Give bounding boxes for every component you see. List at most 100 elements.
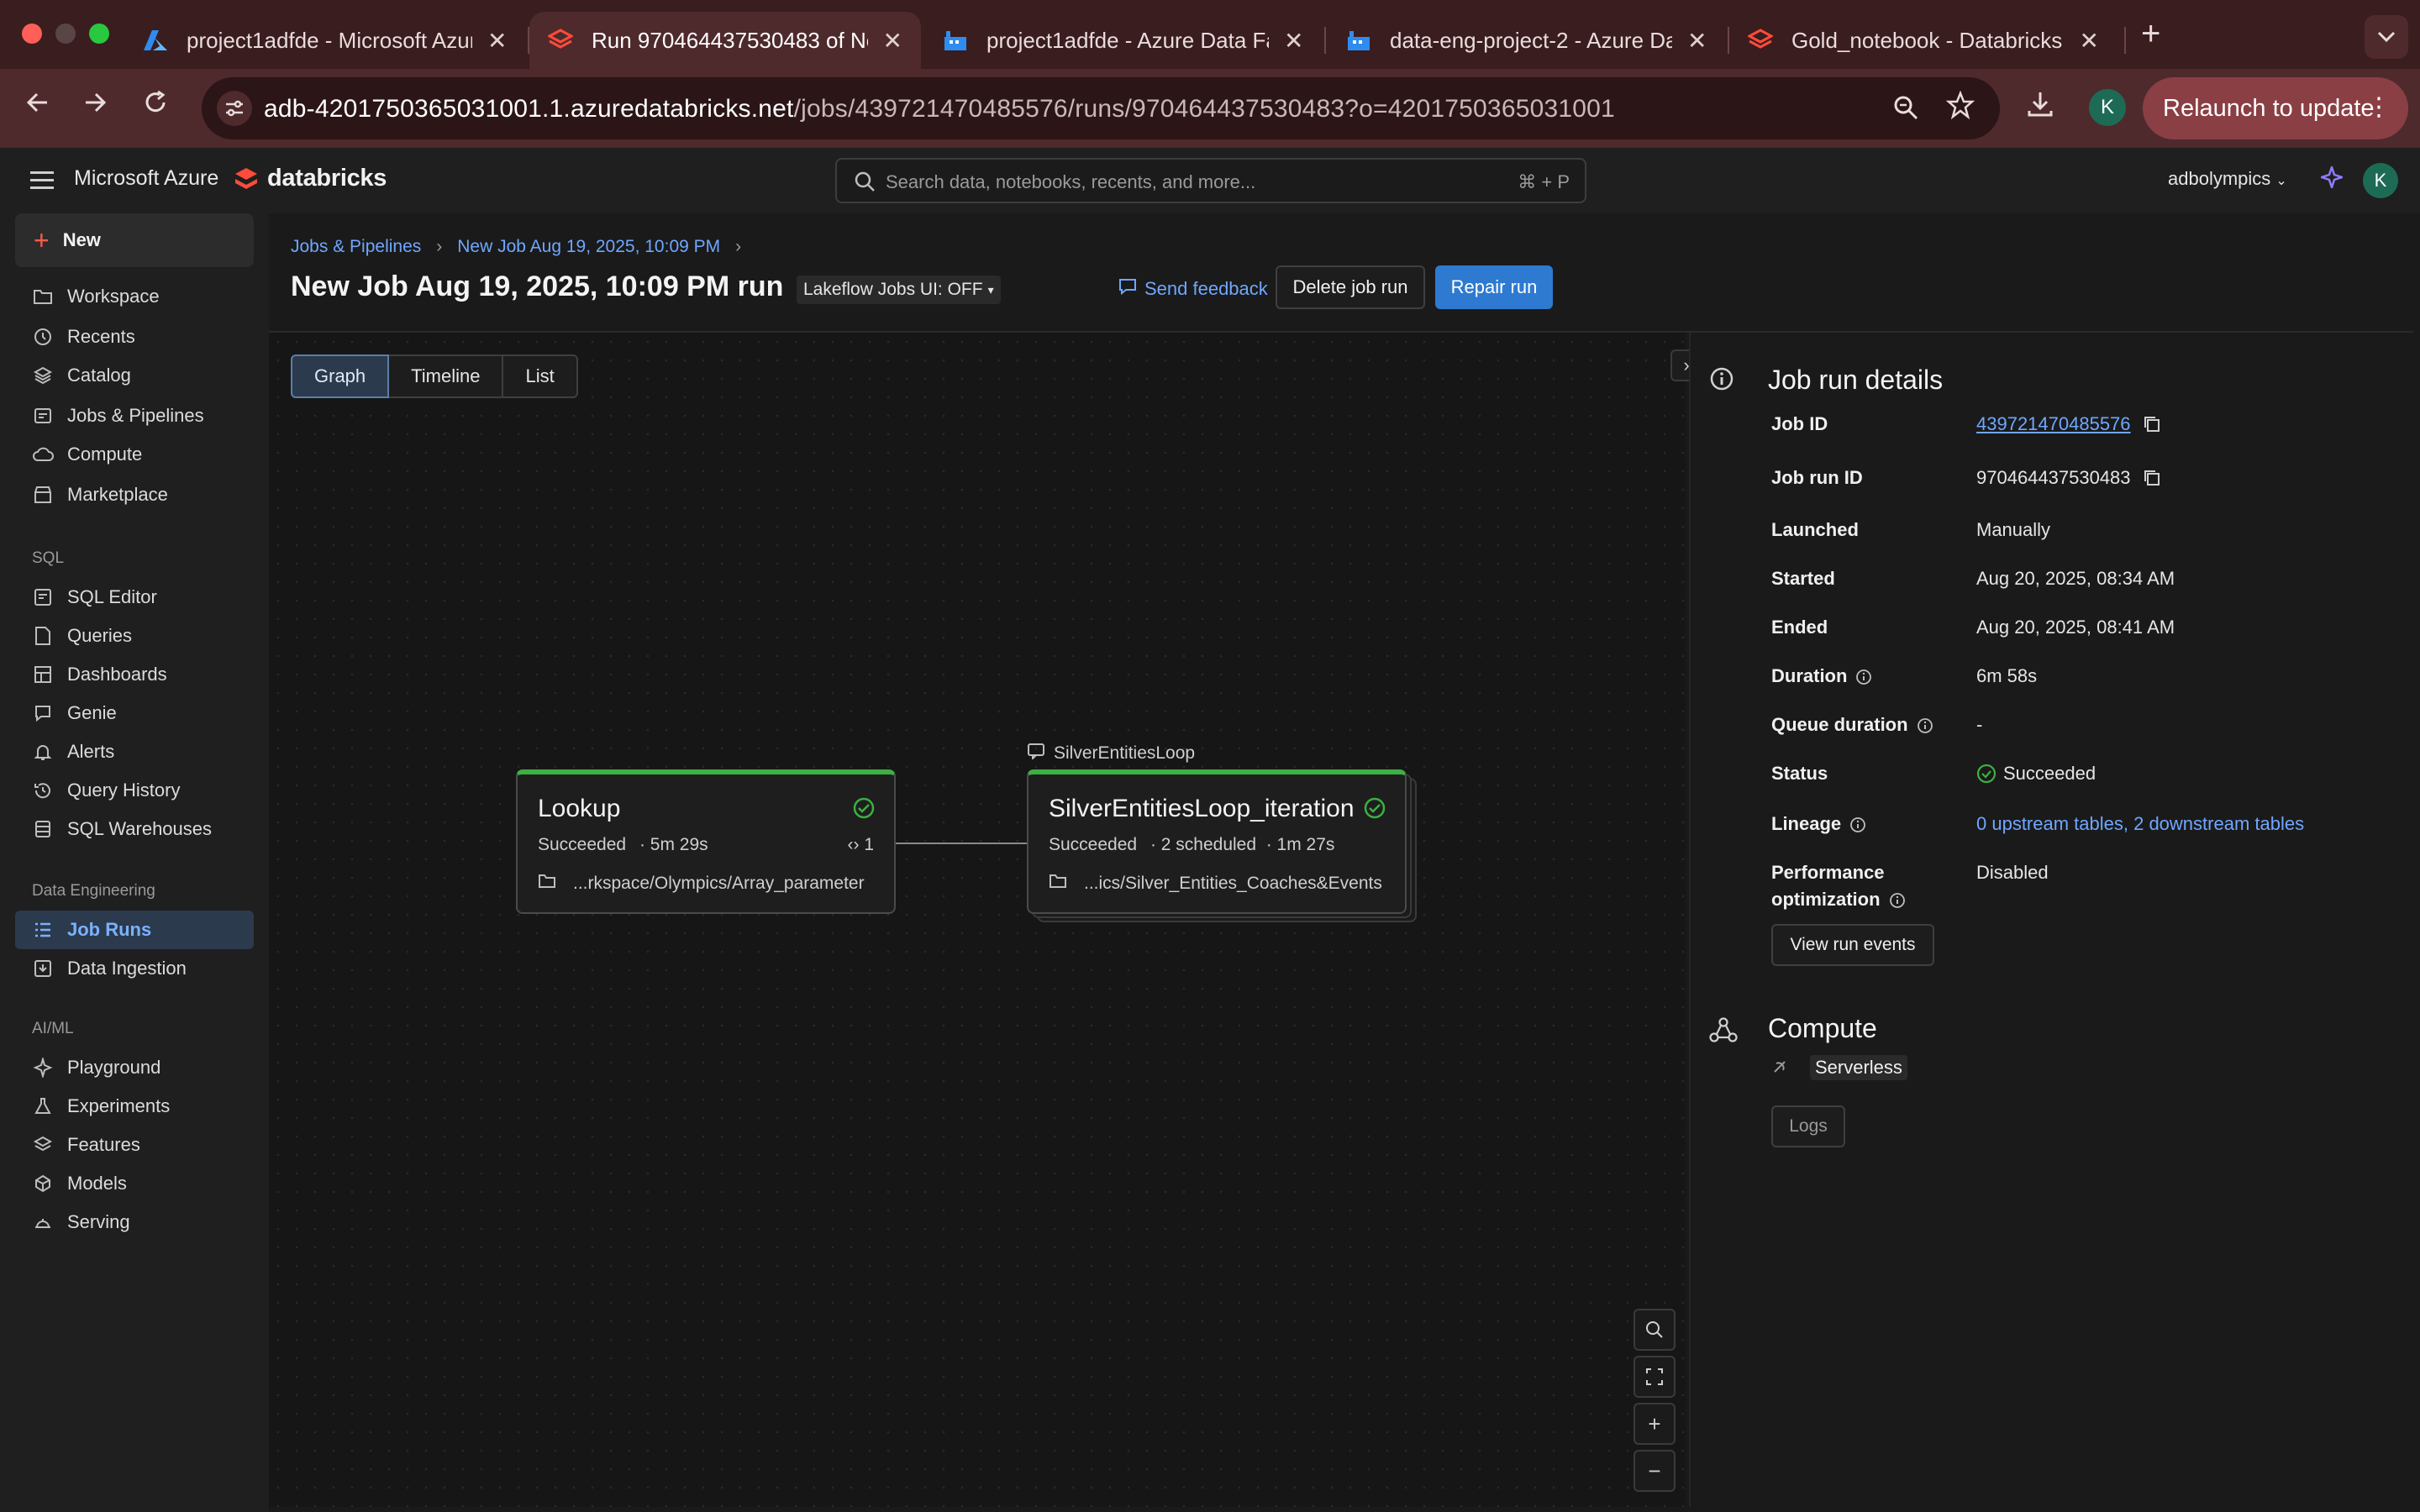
sidebar-item-marketplace[interactable]: Marketplace bbox=[15, 475, 254, 514]
sidebar-item-dashboards[interactable]: Dashboards bbox=[15, 655, 254, 694]
close-window-button[interactable] bbox=[22, 24, 42, 44]
minimize-window-button[interactable] bbox=[55, 24, 76, 44]
sidebar-item-label: Catalog bbox=[67, 365, 131, 386]
run-graph-canvas[interactable]: Graph Timeline List › Lookup Succeeded ·… bbox=[269, 333, 1702, 1507]
tab-timeline[interactable]: Timeline bbox=[387, 354, 504, 398]
close-icon[interactable]: ✕ bbox=[883, 27, 902, 55]
tab-search-button[interactable] bbox=[2365, 15, 2408, 59]
sidebar-item-compute[interactable]: Compute bbox=[15, 435, 254, 474]
sidebar-item-playground[interactable]: Playground bbox=[15, 1048, 254, 1087]
zoom-in-button[interactable]: + bbox=[1634, 1403, 1676, 1445]
task-path: ...rkspace/Olympics/Array_parameter bbox=[538, 874, 865, 894]
close-icon[interactable]: ✕ bbox=[487, 27, 507, 55]
folder-icon bbox=[1049, 874, 1067, 894]
download-icon[interactable] bbox=[2025, 89, 2055, 123]
task-path: ...ics/Silver_Entities_Coaches&Events bbox=[1049, 874, 1382, 894]
new-button[interactable]: + New bbox=[15, 213, 254, 267]
assistant-sparkle-icon[interactable] bbox=[2318, 164, 2345, 194]
lineage-link[interactable]: 0 upstream tables, 2 downstream tables bbox=[1976, 813, 2304, 835]
path-text: ...ics/Silver_Entities_Coaches&Events bbox=[1084, 874, 1382, 893]
site-settings-icon[interactable] bbox=[217, 91, 252, 126]
tab-list[interactable]: List bbox=[502, 354, 578, 398]
sidebar-item-queries[interactable]: Queries bbox=[15, 617, 254, 655]
browser-tab-gold-notebook[interactable]: Gold_notebook - Databricks ✕ bbox=[1729, 12, 2118, 69]
global-search-input[interactable]: Search data, notebooks, recents, and mor… bbox=[835, 158, 1586, 203]
new-tab-button[interactable]: + bbox=[2141, 15, 2160, 53]
databricks-icon bbox=[1748, 28, 1773, 53]
sidebar-item-models[interactable]: Models bbox=[15, 1164, 254, 1203]
close-icon[interactable]: ✕ bbox=[1284, 27, 1303, 55]
sidebar-item-genie[interactable]: Genie bbox=[15, 694, 254, 732]
path-text: ...rkspace/Olympics/Array_parameter bbox=[573, 874, 865, 893]
zoom-search-button[interactable] bbox=[1634, 1309, 1676, 1351]
browser-tab-azure[interactable]: project1adfde - Microsoft Azure ✕ bbox=[124, 12, 528, 69]
delete-job-run-button[interactable]: Delete job run bbox=[1276, 265, 1425, 309]
logs-button[interactable]: Logs bbox=[1771, 1105, 1845, 1147]
browser-tab-adf-2[interactable]: data-eng-project-2 - Azure Data Factory … bbox=[1328, 12, 1728, 69]
sidebar-item-catalog[interactable]: Catalog bbox=[15, 356, 254, 395]
sidebar-item-alerts[interactable]: Alerts bbox=[15, 732, 254, 771]
browser-profile-avatar[interactable]: K bbox=[2089, 89, 2126, 126]
code-icon: ‹› bbox=[847, 835, 860, 854]
job-id-link[interactable]: 439721470485576 bbox=[1976, 413, 2131, 435]
lakeflow-ui-toggle[interactable]: Lakeflow Jobs UI: OFF ▾ bbox=[797, 276, 1001, 304]
sidebar-item-experiments[interactable]: Experiments bbox=[15, 1087, 254, 1126]
sidebar-item-query-history[interactable]: Query History bbox=[15, 771, 254, 810]
loop-name: SilverEntitiesLoop bbox=[1054, 743, 1196, 763]
close-icon[interactable]: ✕ bbox=[2080, 27, 2099, 55]
info-icon[interactable] bbox=[1855, 669, 1872, 685]
send-feedback-link[interactable]: Send feedback bbox=[1118, 277, 1268, 301]
sidebar-item-sql-editor[interactable]: SQL Editor bbox=[15, 578, 254, 617]
zoom-out-button[interactable]: − bbox=[1634, 1450, 1676, 1492]
info-icon[interactable] bbox=[1849, 816, 1866, 833]
sidebar-item-serving[interactable]: Serving bbox=[15, 1203, 254, 1242]
sidebar-item-features[interactable]: Features bbox=[15, 1126, 254, 1164]
maximize-window-button[interactable] bbox=[89, 24, 109, 44]
info-icon[interactable] bbox=[1917, 717, 1933, 734]
databricks-brand[interactable]: databricks bbox=[267, 165, 387, 192]
task-node-lookup[interactable]: Lookup Succeeded · 5m 29s ‹› 1 ...rkspac… bbox=[516, 769, 896, 914]
browser-tab-run[interactable]: Run 970464437530483 of New Job ✕ bbox=[529, 12, 921, 69]
reload-button[interactable] bbox=[134, 87, 176, 123]
value-performance-optimization: Disabled bbox=[1976, 862, 2049, 883]
relaunch-to-update-button[interactable]: Relaunch to update ⋮ bbox=[2143, 77, 2408, 139]
sidebar-item-recents[interactable]: Recents bbox=[15, 318, 254, 356]
workspace-switcher[interactable]: adbolympics ⌄ bbox=[2168, 168, 2287, 190]
sidebar-item-label: Genie bbox=[67, 702, 117, 723]
screen: project1adfde - Microsoft Azure ✕ Run 97… bbox=[0, 0, 2420, 1512]
forward-button[interactable] bbox=[74, 87, 116, 123]
more-vertical-icon: ⋮ bbox=[2366, 93, 2391, 121]
back-button[interactable] bbox=[17, 87, 59, 123]
fit-view-button[interactable] bbox=[1634, 1356, 1676, 1398]
close-icon[interactable]: ✕ bbox=[1687, 27, 1707, 55]
value-queue-duration: - bbox=[1976, 714, 1983, 735]
browser-tab-adf-1[interactable]: project1adfde - Azure Data Factory ✕ bbox=[924, 12, 1324, 69]
sidebar-item-data-ingestion[interactable]: Data Ingestion bbox=[15, 949, 254, 988]
bookmark-star-icon[interactable] bbox=[1945, 90, 1975, 127]
breadcrumb-jobs-pipelines[interactable]: Jobs & Pipelines bbox=[291, 237, 421, 257]
sidebar-item-sql-warehouses[interactable]: SQL Warehouses bbox=[15, 810, 254, 848]
search-placeholder: Search data, notebooks, recents, and mor… bbox=[886, 171, 1256, 192]
sidebar-item-label: Models bbox=[67, 1173, 127, 1194]
tab-graph[interactable]: Graph bbox=[291, 354, 390, 398]
sidebar-item-workspace[interactable]: Workspace bbox=[15, 277, 254, 316]
menu-icon[interactable] bbox=[30, 171, 54, 194]
sidebar-item-jobs-pipelines[interactable]: Jobs & Pipelines bbox=[15, 396, 254, 435]
zoom-icon[interactable] bbox=[1892, 94, 1919, 128]
user-avatar[interactable]: K bbox=[2363, 163, 2398, 198]
address-bar[interactable]: adb-4201750365031001.1.azuredatabricks.n… bbox=[202, 77, 2000, 139]
store-icon bbox=[32, 484, 54, 506]
ingestion-icon bbox=[32, 958, 54, 979]
copy-icon[interactable] bbox=[2143, 469, 2161, 487]
repair-run-button[interactable]: Repair run bbox=[1435, 265, 1553, 309]
tab-title: Gold_notebook - Databricks bbox=[1791, 27, 2063, 53]
sidebar-item-label: Dashboards bbox=[67, 664, 167, 685]
sidebar-item-job-runs[interactable]: Job Runs bbox=[15, 911, 254, 949]
task-node-silver-entities-loop-iteration[interactable]: SilverEntitiesLoop_iteration Succeeded ·… bbox=[1027, 769, 1407, 914]
sidebar-item-label: Recents bbox=[67, 326, 135, 347]
info-icon[interactable] bbox=[1889, 892, 1906, 909]
copy-icon[interactable] bbox=[2143, 415, 2161, 433]
url-path: /jobs/439721470485576/runs/9704644375304… bbox=[793, 95, 1615, 123]
breadcrumb-job[interactable]: New Job Aug 19, 2025, 10:09 PM bbox=[457, 237, 720, 257]
view-run-events-button[interactable]: View run events bbox=[1771, 924, 1934, 966]
